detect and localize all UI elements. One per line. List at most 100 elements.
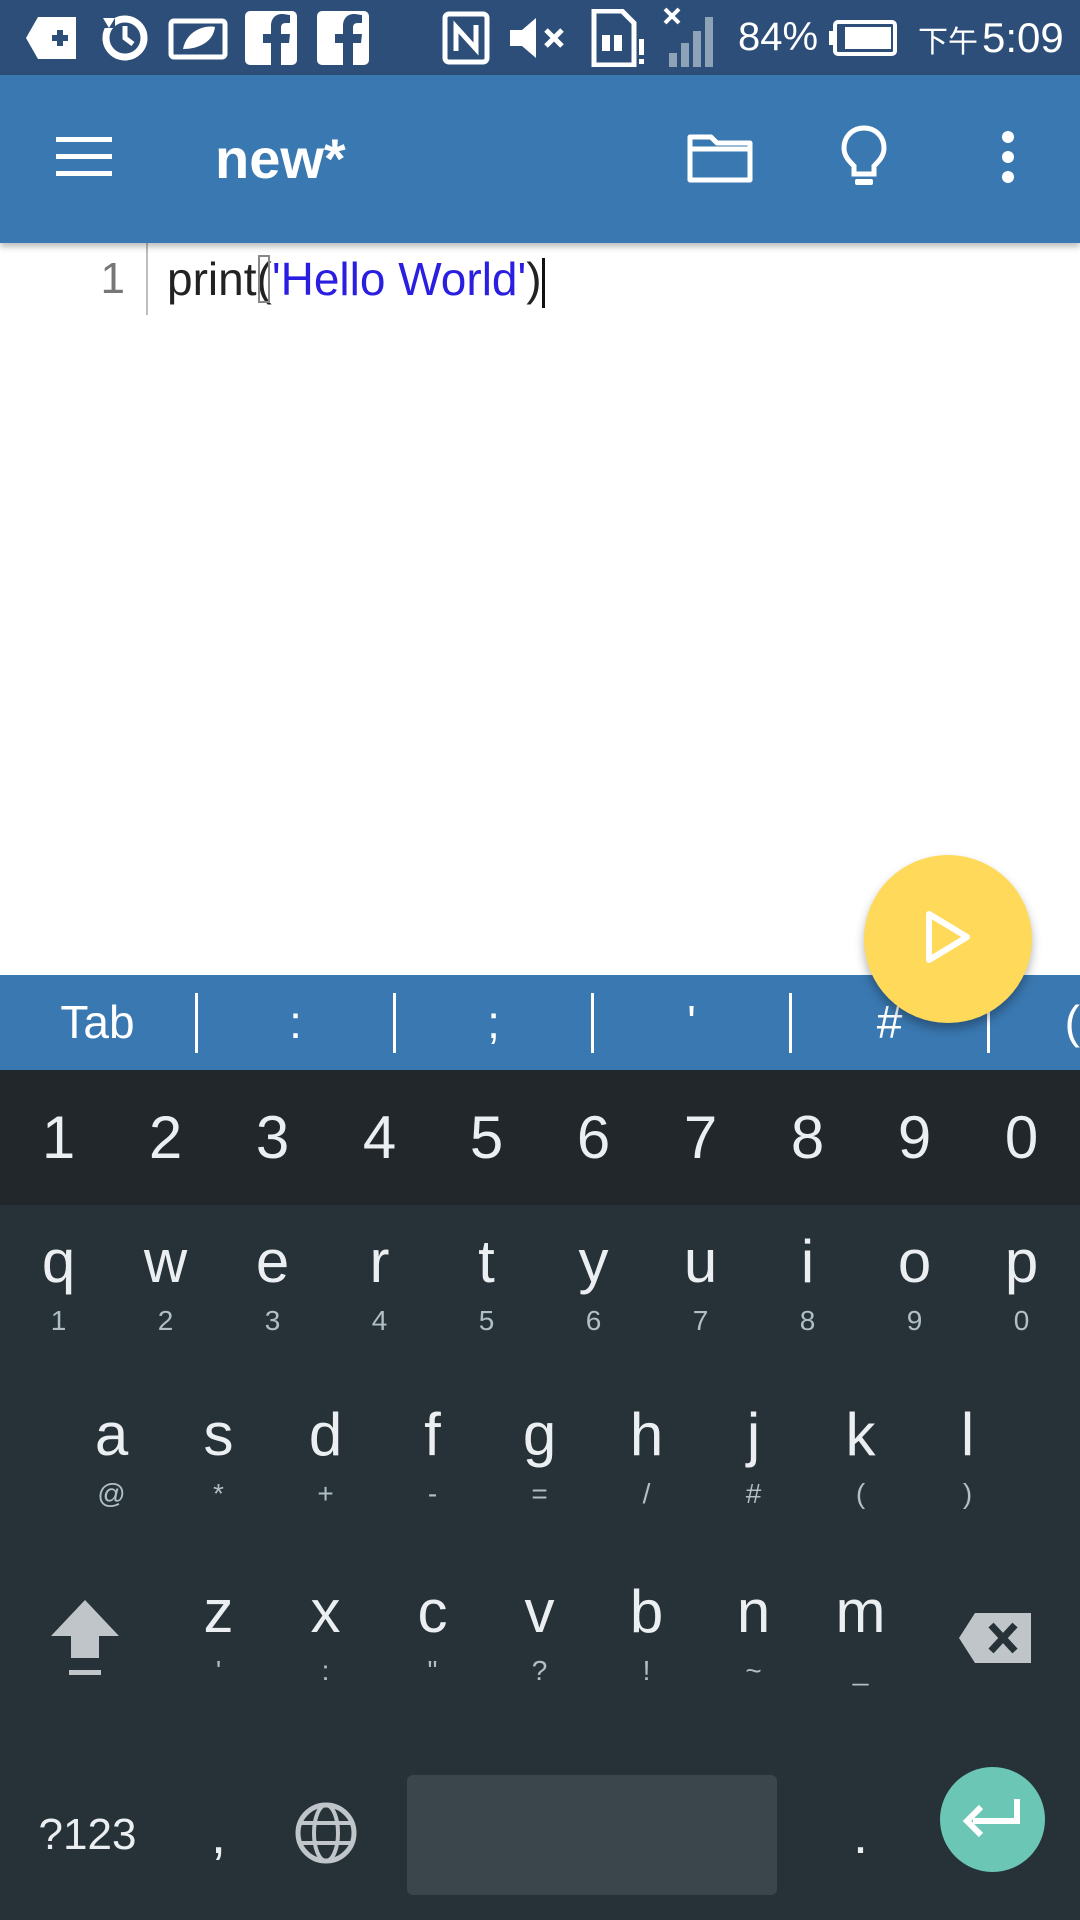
symbol-key-tab[interactable]: Tab bbox=[0, 975, 195, 1070]
tips-button[interactable] bbox=[824, 119, 904, 199]
language-key[interactable] bbox=[272, 1775, 379, 1895]
key-label: j bbox=[746, 1401, 761, 1468]
facebook-icon bbox=[315, 8, 371, 68]
key-l[interactable]: l) bbox=[914, 1378, 1021, 1548]
backspace-icon bbox=[957, 1611, 1033, 1670]
text-cursor bbox=[541, 257, 545, 308]
app-bar: new* bbox=[0, 75, 1080, 243]
key-i[interactable]: i8 bbox=[754, 1205, 861, 1375]
key-z[interactable]: z ' bbox=[165, 1555, 272, 1725]
key-hint: ) bbox=[962, 1478, 973, 1509]
more-options-button[interactable] bbox=[968, 119, 1048, 199]
key-hint: 0 bbox=[1013, 1305, 1030, 1336]
key-f[interactable]: f- bbox=[379, 1378, 486, 1548]
symbol-key-colon[interactable]: : bbox=[198, 975, 393, 1070]
key-d[interactable]: d + bbox=[272, 1378, 379, 1548]
key-label: f bbox=[424, 1401, 441, 1468]
key-label: b bbox=[629, 1578, 664, 1645]
symbol-key-quote[interactable]: ' bbox=[594, 975, 789, 1070]
key-label: d bbox=[308, 1401, 343, 1468]
code-line[interactable]: print('Hello World') bbox=[167, 243, 545, 315]
key-label: h bbox=[629, 1401, 664, 1468]
code-string: 'Hello World' bbox=[271, 253, 527, 305]
shift-key[interactable] bbox=[30, 1555, 140, 1725]
key-row-2: a @ s * d + f- g = h / j # k( l) bbox=[0, 1378, 1080, 1548]
comma-key[interactable]: , bbox=[165, 1775, 272, 1895]
key-label: v bbox=[524, 1578, 555, 1645]
symbols-mode-key[interactable]: ?123 bbox=[20, 1775, 155, 1895]
key-hint: ? bbox=[531, 1655, 548, 1686]
key-r[interactable]: r4 bbox=[326, 1205, 433, 1375]
key-hint: 8 bbox=[799, 1305, 816, 1336]
key-5[interactable]: 5 bbox=[433, 1070, 540, 1205]
key-c[interactable]: c " bbox=[379, 1555, 486, 1725]
key-n[interactable]: n ~ bbox=[700, 1555, 807, 1725]
key-y[interactable]: y6 bbox=[540, 1205, 647, 1375]
key-8[interactable]: 8 bbox=[754, 1070, 861, 1205]
key-x[interactable]: x: bbox=[272, 1555, 379, 1725]
key-a[interactable]: a @ bbox=[58, 1378, 165, 1548]
key-s[interactable]: s * bbox=[165, 1378, 272, 1548]
key-label: u bbox=[683, 1228, 718, 1295]
lightbulb-icon bbox=[840, 124, 888, 195]
battery-icon bbox=[826, 8, 900, 68]
key-w[interactable]: w2 bbox=[112, 1205, 219, 1375]
key-9[interactable]: 9 bbox=[861, 1070, 968, 1205]
key-u[interactable]: u7 bbox=[647, 1205, 754, 1375]
soft-keyboard: 1 2 3 4 5 6 7 8 9 0 q1 w2 e3 r4 t5 y6 u7… bbox=[0, 1070, 1080, 1920]
key-j[interactable]: j # bbox=[700, 1378, 807, 1548]
key-h[interactable]: h / bbox=[593, 1378, 700, 1548]
key-e[interactable]: e3 bbox=[219, 1205, 326, 1375]
key-label: x bbox=[310, 1578, 341, 1645]
clock-time: 5:09 bbox=[982, 14, 1064, 61]
key-7[interactable]: 7 bbox=[647, 1070, 754, 1205]
key-q[interactable]: q1 bbox=[5, 1205, 112, 1375]
symbol-key-semicolon[interactable]: ; bbox=[396, 975, 591, 1070]
key-label: t bbox=[478, 1228, 495, 1295]
key-hint: 7 bbox=[692, 1305, 709, 1336]
run-button[interactable] bbox=[864, 855, 1032, 1023]
key-6[interactable]: 6 bbox=[540, 1070, 647, 1205]
key-hint: 5 bbox=[478, 1305, 495, 1336]
key-t[interactable]: t5 bbox=[433, 1205, 540, 1375]
key-hint: ' bbox=[215, 1655, 222, 1686]
menu-button[interactable] bbox=[44, 119, 124, 199]
signal-off-icon bbox=[660, 7, 722, 68]
open-folder-button[interactable] bbox=[680, 119, 760, 199]
period-key[interactable]: . bbox=[807, 1775, 914, 1895]
key-4[interactable]: 4 bbox=[326, 1070, 433, 1205]
key-v[interactable]: v? bbox=[486, 1555, 593, 1725]
key-o[interactable]: o9 bbox=[861, 1205, 968, 1375]
key-b[interactable]: b! bbox=[593, 1555, 700, 1725]
key-label: m bbox=[835, 1578, 886, 1645]
key-g[interactable]: g = bbox=[486, 1378, 593, 1548]
key-0[interactable]: 0 bbox=[968, 1070, 1075, 1205]
code-open-paren: ( bbox=[256, 253, 272, 305]
backspace-key[interactable] bbox=[940, 1555, 1050, 1725]
volume-mute-icon bbox=[505, 8, 569, 68]
key-label: n bbox=[736, 1578, 771, 1645]
key-k[interactable]: k( bbox=[807, 1378, 914, 1548]
key-2[interactable]: 2 bbox=[112, 1070, 219, 1205]
key-hint: / bbox=[642, 1478, 651, 1509]
key-3[interactable]: 3 bbox=[219, 1070, 326, 1205]
key-label: k bbox=[845, 1401, 876, 1468]
status-bar: 84% 下午5:09 bbox=[0, 0, 1080, 75]
enter-key[interactable] bbox=[940, 1767, 1045, 1872]
key-m[interactable]: m _ bbox=[807, 1555, 914, 1725]
key-hint: 2 bbox=[157, 1305, 174, 1336]
key-hint: 4 bbox=[371, 1305, 388, 1336]
nfc-icon bbox=[440, 8, 492, 68]
space-key[interactable] bbox=[407, 1775, 777, 1895]
line-number: 1 bbox=[100, 254, 125, 303]
more-vert-icon bbox=[1000, 130, 1016, 189]
facebook-icon bbox=[243, 8, 299, 68]
key-hint: ~ bbox=[745, 1655, 762, 1686]
key-label: r bbox=[369, 1228, 390, 1295]
leaf-icon bbox=[165, 8, 231, 68]
key-hint: ( bbox=[855, 1478, 866, 1509]
sync-icon bbox=[95, 8, 155, 68]
key-p[interactable]: p0 bbox=[968, 1205, 1075, 1375]
key-hint: _ bbox=[852, 1655, 869, 1686]
key-1[interactable]: 1 bbox=[5, 1070, 112, 1205]
